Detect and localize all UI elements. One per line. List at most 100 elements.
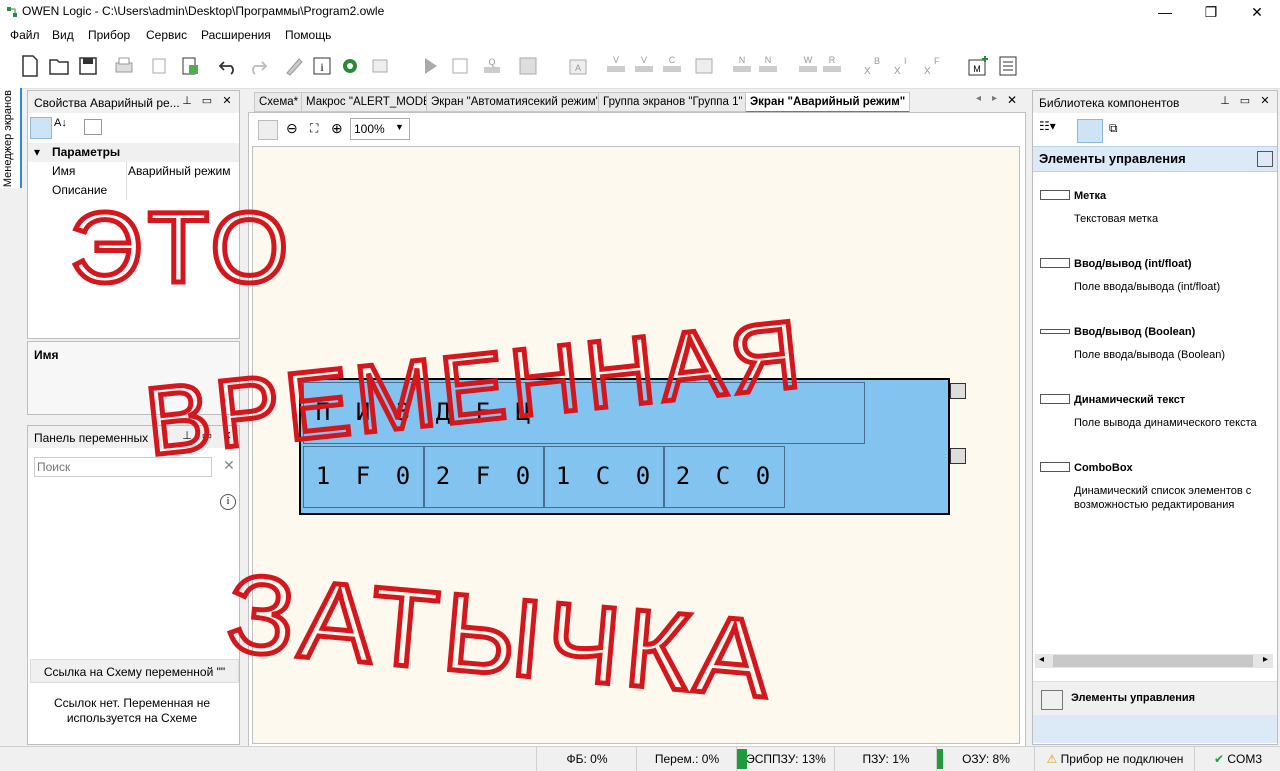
- save-icon[interactable]: [76, 54, 100, 78]
- close-panel-icon[interactable]: ✕: [221, 430, 233, 442]
- minimize-button[interactable]: —: [1142, 0, 1188, 24]
- sort-icon[interactable]: [1077, 119, 1103, 143]
- pin-icon[interactable]: ⊥: [1219, 95, 1231, 107]
- tab-screen-group[interactable]: Группа экранов "Группа 1": [598, 92, 748, 112]
- row2-menu-icon[interactable]: [950, 448, 966, 464]
- section-parameters[interactable]: ▾ Параметры: [28, 143, 239, 162]
- step-icon[interactable]: [448, 54, 472, 78]
- w-block-icon[interactable]: W: [796, 54, 820, 78]
- menu-file[interactable]: Файл: [10, 28, 40, 42]
- undo-icon[interactable]: [216, 54, 240, 78]
- xb-icon[interactable]: XB: [858, 54, 882, 78]
- warning-icon: ⚠: [1046, 752, 1058, 766]
- library-item-name: Ввод/вывод (Boolean): [1074, 326, 1196, 338]
- combobox-component-icon: [1040, 462, 1070, 472]
- menu-extensions[interactable]: Расширения: [201, 28, 271, 42]
- variable-search-input[interactable]: [34, 457, 212, 477]
- tab-alarm-mode-screen[interactable]: Экран "Аварийный режим": [745, 92, 911, 113]
- c-block-icon[interactable]: C: [660, 54, 684, 78]
- lcd-char: C: [595, 462, 611, 490]
- settings-gear-icon[interactable]: [338, 54, 362, 78]
- zoom-out-icon[interactable]: ⊖: [286, 120, 298, 137]
- paste-icon[interactable]: [178, 54, 202, 78]
- group-icon[interactable]: ⧉: [1109, 121, 1127, 137]
- zoom-in-icon[interactable]: ⊕: [331, 120, 343, 137]
- pen-icon[interactable]: [282, 54, 306, 78]
- clear-search-icon[interactable]: ✕: [220, 457, 238, 475]
- maximize-panel-icon[interactable]: ▭: [201, 95, 213, 107]
- screen-manager-tab[interactable]: Менеджер экранов: [0, 88, 22, 188]
- v-block-icon[interactable]: V: [604, 54, 628, 78]
- lcd-char: Ц: [515, 398, 531, 426]
- description-label: Имя: [34, 348, 59, 362]
- zoom-select[interactable]: 100% ▼: [350, 118, 410, 140]
- q-block-icon[interactable]: Q: [480, 54, 504, 78]
- save-screen-icon[interactable]: [258, 120, 278, 140]
- status-fb: ФБ: 0%: [536, 747, 637, 771]
- status-eeprom-text: ЭСППЗУ: 13%: [746, 752, 826, 766]
- svg-text:R: R: [829, 55, 836, 65]
- property-value[interactable]: Аварийный режим: [128, 164, 230, 178]
- sort-alpha-icon[interactable]: A↓: [54, 117, 74, 137]
- window-title: OWEN Logic - C:\Users\admin\Desktop\Прог…: [22, 4, 385, 18]
- tab-scroll-left-icon[interactable]: ◂: [976, 93, 981, 104]
- chevron-down-icon: ▼: [395, 122, 404, 132]
- category-footer[interactable]: Элементы управления: [1033, 681, 1277, 716]
- book-icon[interactable]: [1257, 151, 1273, 167]
- validate-icon[interactable]: [370, 54, 394, 78]
- view-mode-icon[interactable]: ☷▾: [1039, 119, 1067, 139]
- add-macro-icon[interactable]: M: [966, 54, 990, 78]
- menu-service[interactable]: Сервис: [146, 28, 187, 42]
- pin-icon[interactable]: ⊥: [181, 430, 193, 442]
- n-block-icon[interactable]: N: [730, 54, 754, 78]
- tab-macro[interactable]: Макрос "ALERT_MODE": [301, 92, 440, 112]
- print-icon[interactable]: [112, 54, 136, 78]
- n-block-2-icon[interactable]: N: [756, 54, 780, 78]
- new-file-icon[interactable]: [18, 54, 42, 78]
- row1-menu-icon[interactable]: [950, 383, 966, 399]
- r-block-icon[interactable]: R: [820, 54, 844, 78]
- tab-schema[interactable]: Схема*: [254, 92, 304, 112]
- menu-help[interactable]: Помощь: [285, 28, 331, 42]
- close-panel-icon[interactable]: ✕: [1259, 95, 1271, 107]
- run-icon[interactable]: [418, 54, 442, 78]
- table-icon[interactable]: [516, 54, 540, 78]
- tab-scroll-right-icon[interactable]: ▸: [992, 93, 997, 104]
- category-header[interactable]: Элементы управления: [1033, 146, 1277, 172]
- status-port[interactable]: ✔ COM3: [1194, 747, 1280, 771]
- lcd-display[interactable]: П И З Д Е Ц 1 F 0 2 F 0 1 C 0 2 C 0: [299, 378, 950, 515]
- redo-icon[interactable]: [246, 54, 270, 78]
- menu-view[interactable]: Вид: [52, 28, 74, 42]
- pin-icon[interactable]: ⊥: [181, 95, 193, 107]
- info-icon[interactable]: i: [220, 494, 236, 510]
- function-list-icon[interactable]: [996, 54, 1020, 78]
- close-button[interactable]: ✕: [1234, 0, 1280, 24]
- copy-icon[interactable]: [148, 54, 172, 78]
- maximize-panel-icon[interactable]: ▭: [201, 430, 213, 442]
- close-tab-icon[interactable]: ✕: [1007, 93, 1017, 107]
- close-panel-icon[interactable]: ✕: [221, 95, 233, 107]
- property-row-description[interactable]: Описание: [28, 181, 239, 200]
- xi-icon[interactable]: XI: [888, 54, 912, 78]
- library-panel-header: Библиотека компонентов ⊥ ▭ ✕: [1033, 91, 1277, 113]
- dynamic-text-component-icon: [1040, 394, 1070, 404]
- label-insert-icon[interactable]: A: [566, 54, 590, 78]
- maximize-panel-icon[interactable]: ▭: [1239, 95, 1251, 107]
- macro-block-icon[interactable]: [692, 54, 716, 78]
- open-folder-icon[interactable]: [47, 54, 71, 78]
- info-icon[interactable]: i: [310, 54, 334, 78]
- xf-icon[interactable]: XF: [918, 54, 942, 78]
- status-device[interactable]: ⚠ Прибор не подключен: [1034, 747, 1195, 771]
- status-ram-text: ОЗУ: 8%: [962, 752, 1010, 766]
- property-row-name[interactable]: Имя Аварийный режим: [28, 162, 239, 181]
- property-pages-icon[interactable]: [84, 119, 102, 135]
- categorized-view-icon[interactable]: [30, 117, 52, 139]
- fit-icon[interactable]: ⛶: [310, 121, 318, 136]
- horizontal-scrollbar[interactable]: ◂ ▸: [1035, 654, 1273, 668]
- section-title: Параметры: [52, 145, 121, 159]
- maximize-button[interactable]: ❐: [1188, 0, 1234, 24]
- menu-device[interactable]: Прибор: [88, 28, 130, 42]
- zoom-value: 100%: [354, 122, 385, 136]
- tab-auto-mode-screen[interactable]: Экран "Автоматиясекий режим": [426, 92, 605, 112]
- v-block-2-icon[interactable]: V: [632, 54, 656, 78]
